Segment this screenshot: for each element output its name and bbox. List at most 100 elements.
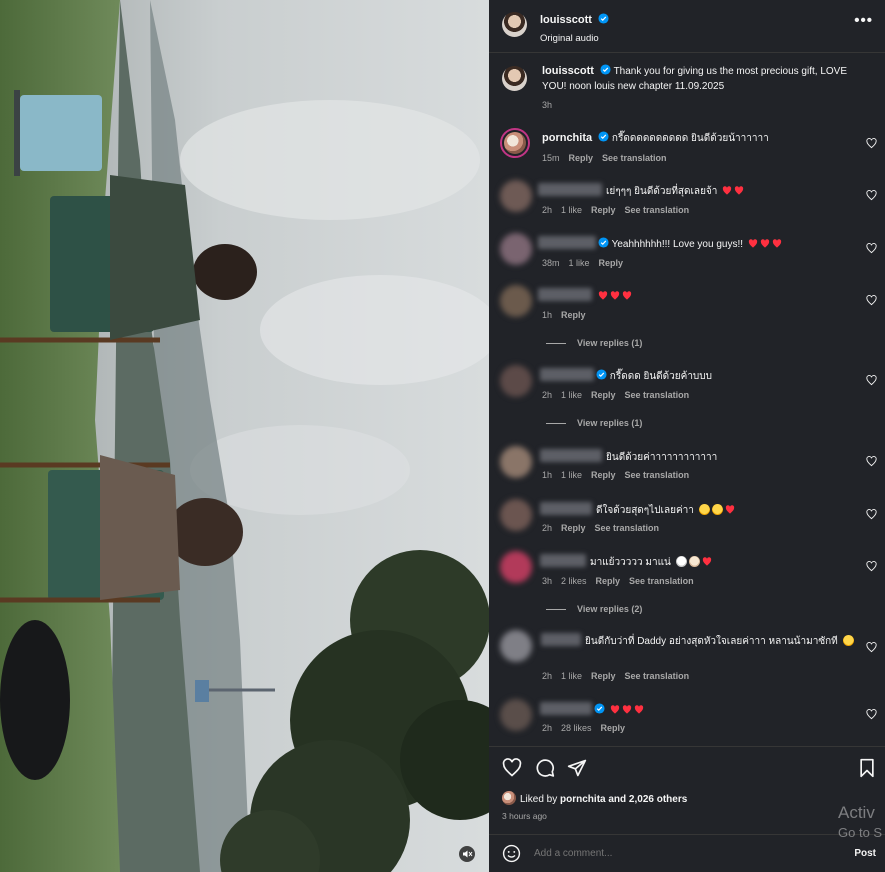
more-options-icon[interactable]: ••• <box>854 13 873 28</box>
post-timestamp[interactable]: 3 hours ago <box>502 811 547 821</box>
share-icon[interactable] <box>567 758 587 778</box>
post-comment-button[interactable]: Post <box>854 848 876 859</box>
bookmark-icon[interactable] <box>858 758 876 778</box>
commenter-avatar[interactable] <box>500 699 532 731</box>
comment-meta: 2h 28 likes Reply <box>542 723 634 733</box>
post-media-image[interactable] <box>0 0 489 872</box>
liked-by-avatar[interactable] <box>502 791 516 805</box>
comment-time: 3h <box>542 576 553 586</box>
author-avatar[interactable] <box>502 12 527 37</box>
reply-button[interactable]: Reply <box>561 310 586 320</box>
red-heart-emoji-icon <box>622 291 632 300</box>
liked-by-username[interactable]: pornchita <box>560 794 606 805</box>
commenter-avatar[interactable] <box>500 499 532 531</box>
comment-likes[interactable]: 1 like <box>561 470 582 480</box>
commenter-avatar[interactable] <box>500 551 532 583</box>
audio-label[interactable]: Original audio <box>540 33 609 44</box>
smiling-face-emoji-icon <box>842 635 854 646</box>
author-username[interactable]: louisscott <box>540 14 592 26</box>
heart-outline-icon[interactable] <box>866 509 877 520</box>
comment-likes[interactable]: 1 like <box>569 258 590 268</box>
comment-time: 2h <box>542 523 553 533</box>
red-heart-emoji-icon <box>725 505 734 514</box>
comment-text: กรี๊ดดดดดดดดดด ยินดีด้วยน้าาาาาา <box>611 133 769 144</box>
heart-outline-icon[interactable] <box>866 138 877 149</box>
reply-button[interactable]: Reply <box>591 205 616 215</box>
emoji-icon[interactable] <box>502 844 521 863</box>
red-heart-emoji-icon <box>735 186 744 195</box>
liked-by-prefix: Liked by <box>520 794 558 805</box>
commenter-avatar[interactable] <box>500 446 532 478</box>
caption-timestamp: 3h <box>542 100 553 110</box>
view-replies-button[interactable]: View replies (1) <box>546 338 642 348</box>
view-replies-button[interactable]: View replies (2) <box>546 604 642 614</box>
commenter-avatar[interactable] <box>500 285 532 317</box>
red-heart-emoji-icon <box>748 239 757 248</box>
comment-likes[interactable]: 1 like <box>561 671 582 681</box>
see-translation-button[interactable]: See translation <box>625 671 690 681</box>
verified-badge-icon <box>598 131 609 142</box>
reply-button[interactable]: Reply <box>599 258 624 268</box>
liked-by-others[interactable]: and 2,026 others <box>608 794 687 805</box>
reply-button[interactable]: Reply <box>591 470 616 480</box>
heart-outline-icon[interactable] <box>866 190 877 201</box>
add-comment-input[interactable] <box>534 848 814 859</box>
see-translation-button[interactable]: See translation <box>602 153 667 163</box>
reply-button[interactable]: Reply <box>591 671 616 681</box>
comment-likes[interactable]: 28 likes <box>561 723 592 733</box>
commenter-username-blurred[interactable] <box>540 502 592 515</box>
commenter-avatar[interactable] <box>500 630 532 662</box>
commenter-username[interactable]: pornchita <box>542 132 592 144</box>
view-replies-button[interactable]: View replies (1) <box>546 418 642 428</box>
commenter-avatar[interactable] <box>500 365 532 397</box>
commenter-username-blurred[interactable] <box>540 449 602 462</box>
comment-body: ยินดีด้วยค่าาาาาาาาาาาา <box>540 449 850 465</box>
reply-button[interactable]: Reply <box>561 523 586 533</box>
heart-outline-icon[interactable] <box>866 375 877 386</box>
caption-username[interactable]: louisscott <box>542 65 594 77</box>
commenter-username-blurred[interactable] <box>538 288 592 301</box>
commenter-username-blurred[interactable] <box>540 554 586 567</box>
red-heart-emoji-icon <box>702 557 711 566</box>
see-translation-button[interactable]: See translation <box>595 523 660 533</box>
reply-button[interactable]: Reply <box>591 390 616 400</box>
comment-text: ยินดีกับว่าที่ Daddy อย่างสุดหัวใจเลยค่า… <box>585 636 838 647</box>
heart-outline-icon[interactable] <box>866 295 877 306</box>
caption-avatar[interactable] <box>502 66 527 91</box>
post-header: louisscott Original audio ••• <box>489 0 885 52</box>
commenter-avatar[interactable] <box>500 233 532 265</box>
commenter-username-blurred[interactable] <box>538 236 596 249</box>
comment-body: Yeahhhhhh!!! Love you guys!! <box>538 236 848 252</box>
comment-likes[interactable]: 1 like <box>561 205 582 215</box>
watermark-line-1: Activ <box>838 803 875 822</box>
commenter-username-blurred[interactable] <box>540 702 592 715</box>
comment-likes[interactable]: 1 like <box>561 390 582 400</box>
liked-by-line: Liked by pornchita and 2,026 others <box>502 791 687 805</box>
reply-button[interactable]: Reply <box>596 576 621 586</box>
comment-icon[interactable] <box>535 758 555 778</box>
see-translation-button[interactable]: See translation <box>625 390 690 400</box>
see-translation-button[interactable]: See translation <box>625 205 690 215</box>
comment-body: มาแย้ววววว มาแน่ <box>540 554 850 570</box>
header-divider <box>489 52 885 53</box>
heart-outline-icon[interactable] <box>866 456 877 467</box>
like-heart-icon[interactable] <box>502 758 522 778</box>
reply-button[interactable]: Reply <box>601 723 626 733</box>
see-translation-button[interactable]: See translation <box>625 470 690 480</box>
commenter-avatar[interactable] <box>500 180 532 212</box>
heart-outline-icon[interactable] <box>866 561 877 572</box>
comment-time: 2h <box>542 723 553 733</box>
comment-meta: 2h 1 like Reply See translation <box>542 671 698 681</box>
see-translation-button[interactable]: See translation <box>629 576 694 586</box>
heart-outline-icon[interactable] <box>866 243 877 254</box>
commenter-username-blurred[interactable] <box>541 633 581 646</box>
comment-meta: 3h 2 likes Reply See translation <box>542 576 703 586</box>
speaker-muted-icon[interactable] <box>459 846 475 862</box>
commenter-username-blurred[interactable] <box>538 183 602 196</box>
reply-button[interactable]: Reply <box>569 153 594 163</box>
commenter-username-blurred[interactable] <box>540 368 594 381</box>
heart-outline-icon[interactable] <box>866 709 877 720</box>
comment-likes[interactable]: 2 likes <box>561 576 587 586</box>
heart-outline-icon[interactable] <box>866 642 877 653</box>
commenter-avatar[interactable] <box>500 128 530 158</box>
